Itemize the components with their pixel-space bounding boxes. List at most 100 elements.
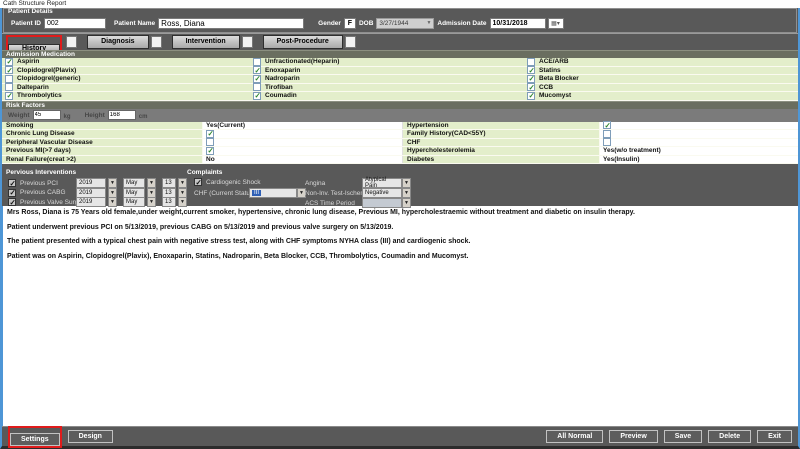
chevron-down-icon[interactable]: ▼ bbox=[108, 197, 117, 207]
checkbox-hypertension[interactable] bbox=[603, 121, 611, 129]
checkbox-cardiogenic-shock[interactable] bbox=[194, 178, 202, 186]
non-inv-test-combo[interactable]: Negative bbox=[362, 188, 402, 198]
inactive-tab-edge bbox=[345, 36, 356, 48]
medication-row: Thrombolytics Coumadin Mucomyst bbox=[2, 92, 798, 101]
risk-value-renal-failure[interactable]: No bbox=[203, 156, 403, 164]
chevron-down-icon[interactable]: ▼ bbox=[108, 178, 117, 188]
dob-combo[interactable]: 3/27/1944 ▼ bbox=[376, 18, 434, 29]
height-input[interactable] bbox=[108, 110, 136, 120]
dob-label: DOB bbox=[359, 20, 373, 27]
admission-date-label: Admission Date bbox=[437, 20, 486, 27]
chevron-down-icon[interactable]: ▼ bbox=[178, 188, 187, 198]
chevron-down-icon[interactable]: ▼ bbox=[402, 178, 411, 188]
patient-details-group: Patient Details Patient ID Patient Name … bbox=[3, 8, 797, 33]
date-picker-icon[interactable]: ▦▾ bbox=[548, 18, 564, 29]
risk-value-hypertension bbox=[600, 122, 798, 130]
medication-label: Tirofiban bbox=[265, 84, 293, 91]
gender-input[interactable] bbox=[344, 18, 356, 29]
chevron-down-icon[interactable]: ▼ bbox=[147, 178, 156, 188]
tab-diagnosis[interactable]: Diagnosis bbox=[87, 35, 148, 49]
checkbox-clopidogrel-plavix[interactable] bbox=[5, 66, 13, 74]
checkbox-chronic-lung-disease[interactable] bbox=[206, 130, 214, 138]
settings-highlight: Settings bbox=[8, 426, 62, 448]
patient-id-input[interactable] bbox=[44, 18, 106, 29]
cabg-year-combo[interactable]: 2019 bbox=[76, 188, 106, 198]
cabg-month-combo[interactable]: May bbox=[123, 188, 145, 198]
medication-label: Enoxaparin bbox=[265, 67, 300, 74]
checkbox-dalteparin[interactable] bbox=[5, 83, 13, 91]
checkbox-previous-mi[interactable] bbox=[206, 147, 214, 155]
checkbox-thrombolytics[interactable] bbox=[5, 92, 13, 100]
acs-time-period-combo[interactable] bbox=[362, 198, 402, 208]
checkbox-ccb[interactable] bbox=[527, 83, 535, 91]
medication-label: Coumadin bbox=[265, 92, 297, 99]
risk-label-hypercholesterolemia: Hypercholesterolemia bbox=[403, 147, 600, 155]
angina-item: Angina Atypical Pain▼ bbox=[305, 178, 411, 188]
chevron-down-icon[interactable]: ▼ bbox=[147, 188, 156, 198]
checkbox-statins[interactable] bbox=[527, 66, 535, 74]
chf-status-value: III bbox=[252, 190, 261, 196]
risk-label-chf: CHF bbox=[403, 139, 600, 147]
valve-month-combo[interactable]: May bbox=[123, 197, 145, 207]
checkbox-chf[interactable] bbox=[603, 138, 611, 146]
chf-status-combo[interactable]: III bbox=[249, 188, 297, 198]
delete-button[interactable]: Delete bbox=[708, 430, 751, 443]
valve-day-combo[interactable]: 13 bbox=[162, 197, 176, 207]
risk-value-chf bbox=[600, 139, 798, 147]
patient-name-input[interactable] bbox=[158, 18, 304, 29]
chevron-down-icon[interactable]: ▼ bbox=[178, 178, 187, 188]
settings-button[interactable]: Settings bbox=[10, 433, 60, 446]
pci-year-combo[interactable]: 2019 bbox=[76, 178, 106, 188]
risk-factors-header: Risk Factors bbox=[2, 101, 798, 109]
checkbox-clopidogrel-generic[interactable] bbox=[5, 75, 13, 83]
form-body: Patient Details Patient ID Patient Name … bbox=[0, 8, 800, 449]
checkbox-previous-valve-surgery[interactable] bbox=[8, 198, 16, 206]
admission-date-input[interactable] bbox=[490, 18, 546, 29]
checkbox-family-history[interactable] bbox=[603, 130, 611, 138]
checkbox-coumadin[interactable] bbox=[253, 92, 261, 100]
checkbox-previous-cabg[interactable] bbox=[8, 189, 16, 197]
chevron-down-icon[interactable]: ▼ bbox=[402, 188, 411, 198]
non-inv-test-label: Non-Inv. Test-Ischemia bbox=[305, 190, 362, 197]
design-button[interactable]: Design bbox=[68, 430, 113, 443]
chevron-down-icon[interactable]: ▼ bbox=[178, 197, 187, 207]
chevron-down-icon[interactable]: ▼ bbox=[402, 198, 411, 208]
weight-label: Weight bbox=[8, 112, 30, 119]
tab-post-procedure[interactable]: Post-Procedure bbox=[263, 35, 343, 49]
checkbox-tirofiban[interactable] bbox=[253, 83, 261, 91]
preview-button[interactable]: Preview bbox=[609, 430, 657, 443]
risk-value-previous-mi bbox=[203, 147, 403, 155]
risk-value-smoking[interactable]: Yes(Current) bbox=[203, 122, 403, 130]
tab-intervention[interactable]: Intervention bbox=[172, 35, 240, 49]
medication-label: Unfractionated(Heparin) bbox=[265, 58, 339, 65]
risk-value-diabetes[interactable]: Yes(Insulin) bbox=[600, 156, 798, 164]
weight-input[interactable] bbox=[33, 110, 61, 120]
all-normal-button[interactable]: All Normal bbox=[546, 430, 603, 443]
exit-button[interactable]: Exit bbox=[757, 430, 792, 443]
risk-value-hypercholesterolemia[interactable]: Yes(w/o treatment) bbox=[600, 147, 798, 155]
checkbox-beta-blocker[interactable] bbox=[527, 75, 535, 83]
checkbox-ace-arb[interactable] bbox=[527, 58, 535, 66]
checkbox-mucomyst[interactable] bbox=[527, 92, 535, 100]
checkbox-enoxaparin[interactable] bbox=[253, 66, 261, 74]
footer-bar: Settings Design All Normal Preview Save … bbox=[2, 426, 798, 446]
chevron-down-icon[interactable]: ▼ bbox=[147, 197, 156, 207]
checkbox-previous-pci[interactable] bbox=[8, 179, 16, 187]
checkbox-nadroparin[interactable] bbox=[253, 75, 261, 83]
angina-label: Angina bbox=[305, 180, 362, 187]
checkbox-aspirin[interactable] bbox=[5, 58, 13, 66]
checkbox-peripheral-vascular-disease[interactable] bbox=[206, 138, 214, 146]
pci-day-combo[interactable]: 13 bbox=[162, 178, 176, 188]
save-button[interactable]: Save bbox=[664, 430, 702, 443]
risk-label-family-history: Family History(CAD<55Y) bbox=[403, 130, 600, 138]
chf-status-item: CHF (Current Status) III▼ bbox=[194, 188, 306, 198]
cabg-day-combo[interactable]: 13 bbox=[162, 188, 176, 198]
angina-combo[interactable]: Atypical Pain bbox=[362, 178, 402, 188]
pci-month-combo[interactable]: May bbox=[123, 178, 145, 188]
summary-text-area[interactable]: Mrs Ross, Diana is 75 Years old female,u… bbox=[2, 206, 798, 426]
risk-label-peripheral-vascular-disease: Peripheral Vascular Disease bbox=[2, 139, 203, 147]
chevron-down-icon[interactable]: ▼ bbox=[108, 188, 117, 198]
risk-factor-row: Previous MI(>7 days) Hypercholesterolemi… bbox=[2, 147, 798, 156]
valve-year-combo[interactable]: 2019 bbox=[76, 197, 106, 207]
checkbox-unfractionated-heparin[interactable] bbox=[253, 58, 261, 66]
